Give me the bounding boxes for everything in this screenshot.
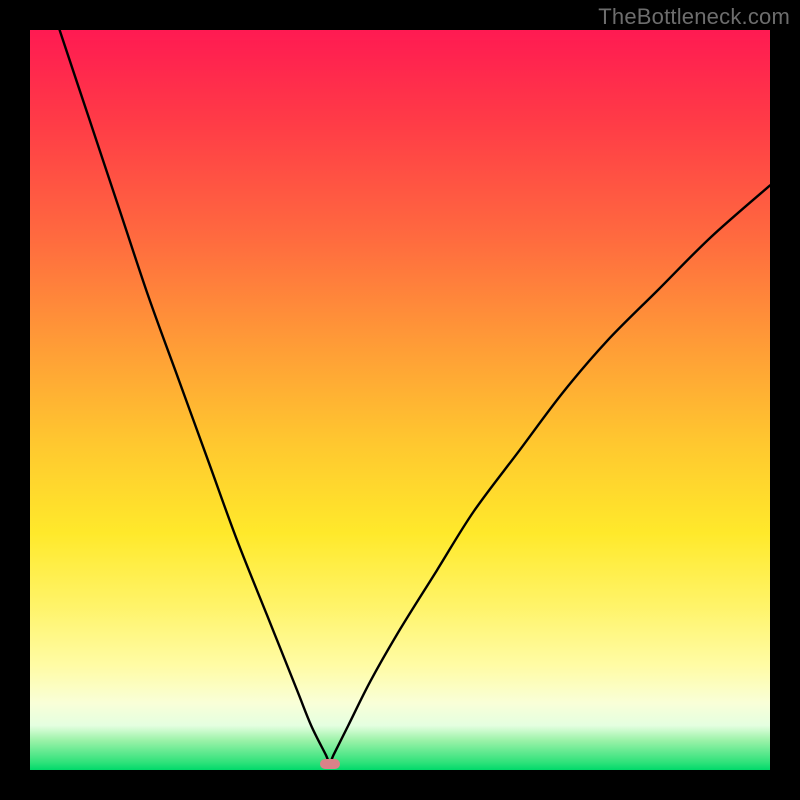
bottleneck-curve (30, 30, 770, 770)
optimal-point-marker (320, 759, 340, 769)
attribution-label: TheBottleneck.com (598, 4, 790, 30)
chart-frame: TheBottleneck.com (0, 0, 800, 800)
plot-area (30, 30, 770, 770)
